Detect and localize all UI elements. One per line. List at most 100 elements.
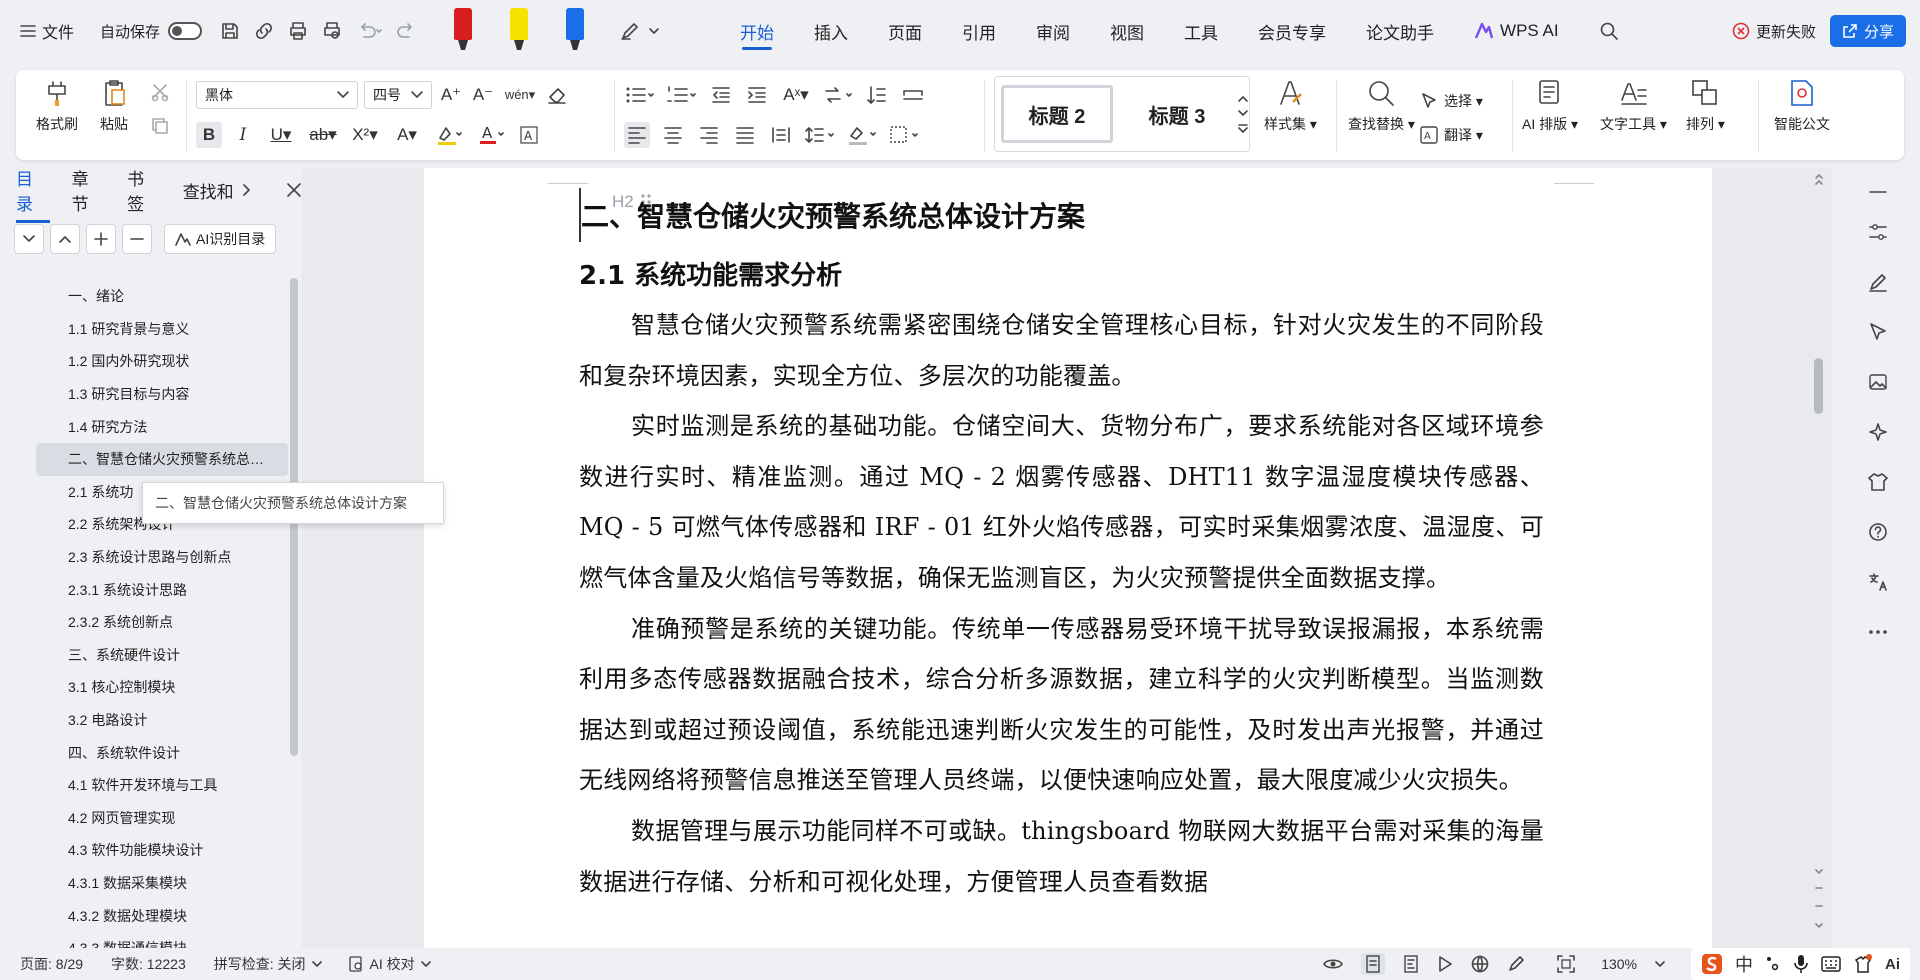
decrease-indent-icon[interactable] — [708, 82, 734, 108]
redo-icon[interactable] — [396, 21, 416, 41]
format-painter-button[interactable]: 格式刷 — [36, 78, 78, 136]
toc-item-active[interactable]: 二、智慧仓储火灾预警系统总… — [36, 442, 288, 476]
page-view-icon[interactable] — [1361, 953, 1386, 975]
document-scrollbar[interactable] — [1808, 168, 1830, 948]
image-icon[interactable] — [1864, 368, 1892, 396]
more-icon[interactable] — [1864, 618, 1892, 646]
toc-item[interactable]: 2.3 系统设计思路与创新点 — [0, 541, 290, 574]
style-heading-3[interactable]: 标题 3 — [1121, 85, 1233, 143]
borders-icon[interactable] — [888, 122, 920, 148]
paragraph[interactable]: 实时监测是系统的基础功能。仓储空间大、货物分布广，要求系统能对各区域环境参数进行… — [579, 401, 1544, 603]
tab-home[interactable]: 开始 — [720, 0, 794, 62]
ai-toc-button[interactable]: AI识别目录 — [164, 224, 277, 254]
add-heading-icon[interactable] — [86, 224, 116, 254]
ai-check-button[interactable]: AI 校对 — [348, 954, 431, 974]
chevron-down-icon[interactable] — [1655, 960, 1665, 968]
ai-layout-button[interactable]: AI 排版 ▾ — [1522, 78, 1578, 134]
smart-doc-button[interactable]: 智能公文 — [1774, 78, 1830, 134]
align-left-icon[interactable] — [624, 122, 650, 148]
file-menu[interactable]: 文件 — [20, 19, 74, 43]
skin-icon[interactable] — [1853, 954, 1873, 974]
highlight-color-icon[interactable] — [432, 122, 466, 148]
paragraph[interactable]: 智慧仓储火灾预警系统需紧密围绕仓储安全管理核心目标，针对火灾发生的不同阶段和复杂… — [579, 300, 1544, 401]
web-view-icon[interactable] — [1471, 955, 1489, 973]
print-preview-icon[interactable] — [322, 21, 342, 41]
shirt-icon[interactable] — [1864, 468, 1892, 496]
scroll-up-icon[interactable] — [1814, 172, 1824, 188]
tab-review[interactable]: 审阅 — [1016, 0, 1090, 62]
char-border-icon[interactable]: A — [516, 122, 542, 148]
line-spacing-icon[interactable] — [804, 122, 836, 148]
tab-member[interactable]: 会员专享 — [1238, 0, 1346, 62]
chevron-right-icon[interactable] — [242, 183, 252, 197]
text-tools-button[interactable]: 文字工具 ▾ — [1600, 78, 1667, 134]
align-right-icon[interactable] — [696, 122, 722, 148]
translate-button[interactable]: A 翻译 ▾ — [1420, 118, 1483, 152]
paragraph[interactable]: 数据管理与展示功能同样不可或缺。thingsboard 物联网大数据平台需对采集… — [579, 806, 1544, 907]
nav-tab-chapters[interactable]: 章节 — [72, 165, 106, 215]
print-icon[interactable] — [288, 21, 308, 41]
autosave-toggle[interactable] — [168, 22, 203, 40]
heading-2[interactable]: 2.1 系统功能需求分析 — [579, 246, 1544, 300]
grow-font-icon[interactable]: A⁺ — [438, 82, 464, 108]
toc-item[interactable]: 2.3.2 系统创新点 — [0, 606, 290, 639]
red-pen-icon[interactable] — [452, 8, 474, 54]
tab-view[interactable]: 视图 — [1090, 0, 1164, 62]
pen-icon[interactable] — [1864, 268, 1892, 296]
increase-indent-icon[interactable] — [744, 82, 770, 108]
adjust-icon[interactable] — [1864, 218, 1892, 246]
tab-page[interactable]: 页面 — [868, 0, 942, 62]
italic-icon[interactable]: I — [230, 122, 256, 148]
microphone-icon[interactable] — [1793, 954, 1809, 974]
toc-item[interactable]: 2.3.1 系统设计思路 — [0, 573, 290, 606]
keyboard-icon[interactable] — [1821, 956, 1841, 972]
styles-set-button[interactable]: 样式集 ▾ — [1264, 78, 1317, 134]
collapse-icon[interactable] — [1864, 178, 1892, 206]
sogou-logo-icon[interactable] — [1701, 953, 1723, 975]
shrink-font-icon[interactable]: A⁻ — [470, 82, 496, 108]
select-button[interactable]: 选择 ▾ — [1420, 84, 1483, 118]
align-center-icon[interactable] — [660, 122, 686, 148]
eye-protection-icon[interactable] — [1323, 956, 1343, 972]
tab-references[interactable]: 引用 — [942, 0, 1016, 62]
collapse-up-icon[interactable] — [50, 224, 80, 254]
distributed-icon[interactable] — [768, 122, 794, 148]
fit-page-icon[interactable] — [1557, 955, 1575, 973]
yellow-highlighter-icon[interactable] — [508, 8, 530, 54]
tab-wps-ai[interactable]: WPS AI — [1454, 0, 1579, 62]
chevron-down-icon[interactable] — [1237, 108, 1249, 118]
search-button[interactable] — [1579, 0, 1639, 62]
update-failed-button[interactable]: 更新失败 — [1732, 21, 1816, 42]
ime-tools-icon[interactable]: Ai — [1885, 956, 1900, 973]
toc-item[interactable]: 4.3.1 数据采集模块 — [0, 867, 290, 900]
clear-format-icon[interactable] — [544, 82, 570, 108]
toc-item[interactable]: 3.1 核心控制模块 — [0, 671, 290, 704]
translate-side-icon[interactable] — [1864, 568, 1892, 596]
toc-item[interactable]: 1.3 研究目标与内容 — [0, 378, 290, 411]
write-view-icon[interactable] — [1507, 955, 1525, 973]
tab-insert[interactable]: 插入 — [794, 0, 868, 62]
text-effect-icon[interactable]: A▾ — [390, 122, 424, 148]
numbered-list-icon[interactable] — [666, 82, 698, 108]
heading-1[interactable]: 二、智慧仓储火灾预警系统总体设计方案 — [579, 188, 1544, 242]
phonetic-guide-icon[interactable]: wén▾ — [502, 82, 538, 108]
text-direction-icon[interactable]: Aˣ▾ — [780, 82, 812, 108]
arrange-button[interactable]: 排列 ▾ — [1686, 78, 1725, 134]
toc-item[interactable]: 4.2 网页管理实现 — [0, 802, 290, 835]
spell-check-toggle[interactable]: 拼写检查: 关闭 — [214, 954, 322, 974]
outline-view-icon[interactable] — [1403, 955, 1419, 973]
strikethrough-icon[interactable]: ab▾ — [306, 122, 340, 148]
document-page[interactable]: H2 二、智慧仓储火灾预警系统总体设计方案 2.1 系统功能需求分析 智慧仓储火… — [424, 168, 1712, 948]
punctuation-icon[interactable] — [1765, 955, 1781, 973]
ime-language[interactable]: 中 — [1735, 951, 1753, 977]
tab-tools[interactable]: 工具 — [1164, 0, 1238, 62]
chevron-up-icon[interactable] — [1237, 94, 1249, 104]
toc-item[interactable]: 4.3.2 数据处理模块 — [0, 899, 290, 932]
nav-tab-bookmarks[interactable]: 书签 — [127, 165, 161, 215]
toc-item[interactable]: 4.1 软件开发环境与工具 — [0, 769, 290, 802]
paragraph[interactable]: 准确预警是系统的关键功能。传统单一传感器易受环境干扰导致误报漏报，本系统需利用多… — [579, 604, 1544, 806]
help-icon[interactable] — [1864, 518, 1892, 546]
sort-icon[interactable] — [822, 82, 854, 108]
show-marks-icon[interactable] — [900, 82, 926, 108]
cursor-select-icon[interactable] — [1864, 318, 1892, 346]
